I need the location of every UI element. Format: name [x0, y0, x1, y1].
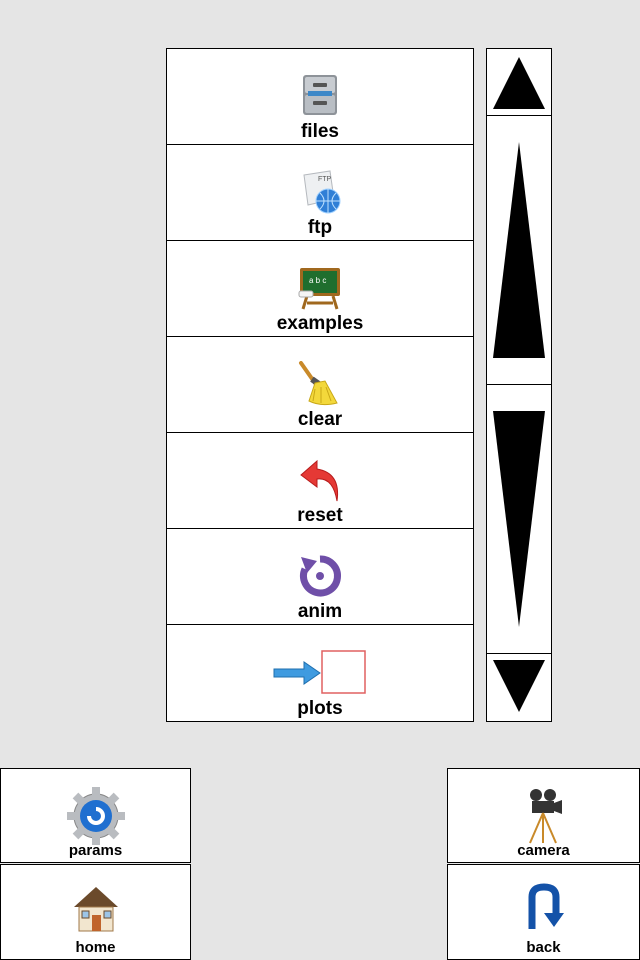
- file-cabinet-icon: [298, 73, 342, 122]
- svg-text:FTP: FTP: [318, 176, 332, 183]
- menu-item-label: reset: [297, 505, 343, 526]
- house-icon: [70, 883, 122, 940]
- menu-list: files FTP ftp a b c examples clear reset…: [166, 48, 474, 722]
- scroll-down-button[interactable]: [487, 654, 551, 721]
- arrow-to-box-icon: [272, 649, 368, 700]
- menu-item-examples[interactable]: a b c examples: [167, 241, 473, 337]
- home-label: home: [75, 939, 116, 956]
- movie-camera-icon: [524, 787, 564, 852]
- back-label: back: [526, 939, 561, 956]
- broom-icon: [297, 361, 343, 412]
- chalkboard-icon: a b c: [297, 265, 343, 316]
- page-down-button[interactable]: [487, 385, 551, 654]
- back-button[interactable]: back: [447, 864, 640, 960]
- scroll-bar: [486, 48, 552, 722]
- menu-item-label: examples: [276, 313, 364, 334]
- menu-item-clear[interactable]: clear: [167, 337, 473, 433]
- menu-item-label: ftp: [307, 217, 333, 238]
- camera-button[interactable]: camera: [447, 768, 640, 863]
- menu-item-anim[interactable]: anim: [167, 529, 473, 625]
- svg-text:a b c: a b c: [309, 276, 326, 285]
- scroll-up-button[interactable]: [487, 49, 551, 116]
- gear-icon: [66, 787, 125, 850]
- rotate-icon: [297, 553, 343, 604]
- home-button[interactable]: home: [0, 864, 191, 960]
- page-up-button[interactable]: [487, 116, 551, 385]
- menu-item-label: plots: [297, 698, 343, 719]
- params-button[interactable]: params: [0, 768, 191, 863]
- undo-arrow-icon: [297, 457, 343, 508]
- menu-item-files[interactable]: files: [167, 49, 473, 145]
- menu-item-label: clear: [297, 409, 343, 430]
- menu-item-label: files: [300, 121, 340, 142]
- u-turn-arrow-icon: [524, 883, 564, 936]
- ftp-globe-icon: FTP: [296, 169, 344, 220]
- menu-item-ftp[interactable]: FTP ftp: [167, 145, 473, 241]
- menu-item-plots[interactable]: plots: [167, 625, 473, 721]
- menu-item-label: anim: [297, 601, 343, 622]
- menu-item-reset[interactable]: reset: [167, 433, 473, 529]
